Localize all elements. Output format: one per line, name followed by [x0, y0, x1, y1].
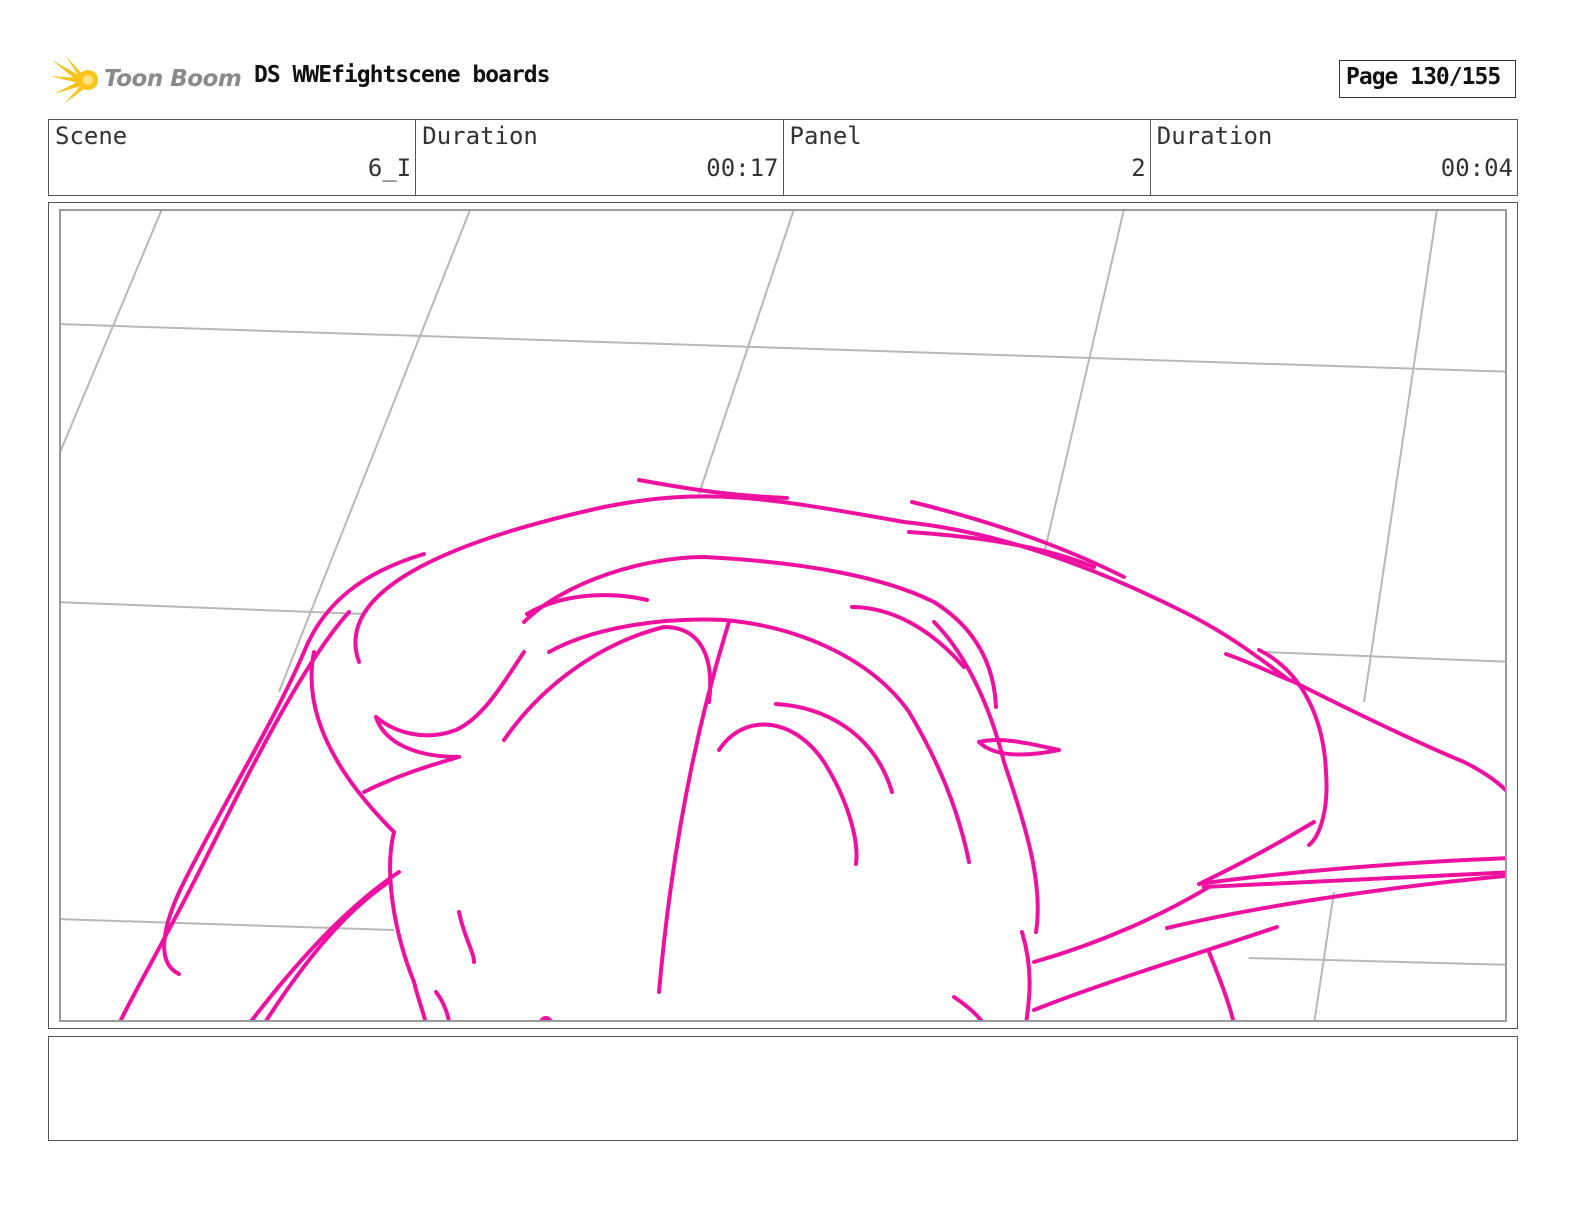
logo-text: Toon Boom	[104, 66, 242, 92]
character-sketch	[118, 478, 1505, 1020]
panel-duration-value: 00:04	[1440, 154, 1513, 182]
document-title: DS WWEfightscene boards	[254, 62, 550, 88]
panel-label: Panel	[789, 122, 862, 150]
grid-line	[1363, 211, 1438, 703]
grid-line	[1043, 211, 1125, 555]
grid-line	[1248, 957, 1505, 966]
scene-cell: Scene 6_I	[49, 120, 417, 195]
toon-boom-logo: Toon Boom	[50, 54, 242, 106]
grid-line	[61, 323, 1505, 373]
panel-cell: Panel 2	[784, 120, 1151, 195]
scene-duration-label: Duration	[422, 122, 538, 150]
scene-duration-cell: Duration 00:17	[416, 120, 784, 195]
scene-value: 6_I	[367, 154, 412, 182]
panel-duration-label: Duration	[1156, 122, 1273, 150]
grid-line	[278, 211, 471, 693]
scene-label: Scene	[55, 122, 128, 150]
panel-sketch	[61, 211, 1505, 1020]
grid-line	[698, 211, 795, 495]
grid-line	[1263, 651, 1505, 663]
page-label: Page 130/155	[1346, 64, 1501, 90]
grid-line	[61, 211, 163, 453]
scene-info-table: Scene 6_I Duration 00:17 Panel 2 Duratio…	[48, 119, 1518, 196]
panel-value: 2	[1131, 154, 1146, 182]
storyboard-panel	[59, 209, 1507, 1022]
floor-grid	[61, 211, 1505, 1020]
grid-line	[1313, 891, 1335, 1020]
starburst-icon	[50, 56, 98, 104]
panel-notes-box	[48, 1036, 1518, 1141]
panel-duration-cell: Duration 00:04	[1151, 120, 1517, 195]
scene-duration-value: 00:17	[706, 154, 779, 182]
grid-line	[61, 601, 365, 615]
page-indicator: Page 130/155	[1339, 60, 1516, 98]
